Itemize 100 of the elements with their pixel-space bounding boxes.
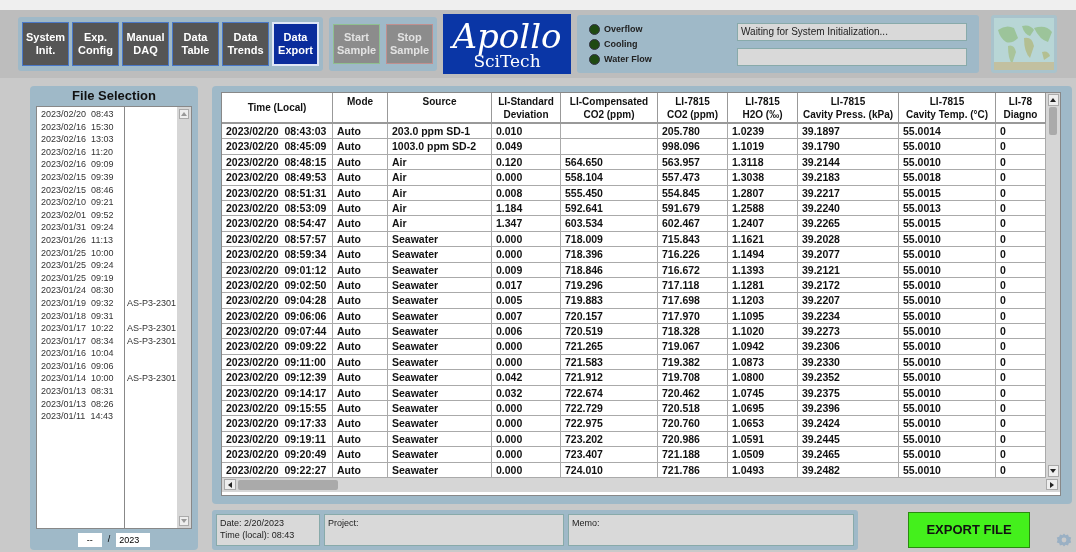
file-date[interactable]: 2023/02/16 11:20: [41, 145, 124, 159]
file-project[interactable]: AS-P3-2301: [127, 296, 177, 310]
table-cell: 39.2330: [798, 354, 899, 371]
table-cell: Auto: [333, 385, 388, 402]
table-cell: 2023/02/20 08:59:34: [222, 247, 333, 263]
table-cell: 2023/02/20 08:57:57: [222, 231, 333, 248]
separator-text: /: [107, 533, 111, 547]
table-cell: 716.672: [658, 262, 728, 278]
file-date[interactable]: 2023/01/26 11:13: [41, 233, 124, 247]
table-cell: 0.000: [492, 431, 561, 448]
table-cell: Air: [388, 154, 492, 171]
file-date[interactable]: 2023/01/24 08:30: [41, 284, 124, 297]
logo-title: Apollo: [452, 18, 562, 53]
project-field[interactable]: Project:: [324, 514, 564, 546]
table-cell: Seawater: [388, 462, 492, 478]
table-cell: Auto: [333, 354, 388, 371]
file-date[interactable]: 2023/01/31 09:24: [41, 221, 124, 234]
file-date[interactable]: 2023/01/25 09:19: [41, 271, 124, 285]
table-cell: Auto: [333, 200, 388, 217]
table-cell: 55.0010: [899, 154, 996, 171]
table-cell: 1.0695: [728, 401, 798, 417]
file-date[interactable]: 2023/01/14 10:00: [41, 372, 124, 386]
file-date[interactable]: 2023/01/13 08:31: [41, 385, 124, 398]
table-cell: 0.005: [492, 293, 561, 309]
table-cell: 603.534: [561, 216, 658, 232]
file-date[interactable]: 2023/01/17 10:22: [41, 322, 124, 335]
file-date[interactable]: 2023/02/15 08:46: [41, 183, 124, 197]
table-cell: 717.698: [658, 293, 728, 309]
table-cell: 720.986: [658, 431, 728, 448]
file-date[interactable]: 2023/01/16 10:04: [41, 347, 124, 360]
column-header: LI-Compensated CO2 (ppm): [569, 95, 649, 121]
table-cell: 1.0653: [728, 416, 798, 432]
table-cell: 39.2077: [798, 247, 899, 263]
table-cell: 2023/02/20 09:04:28: [222, 293, 333, 309]
column-header: Time (Local): [247, 101, 307, 114]
file-date[interactable]: 2023/02/15 09:39: [41, 170, 124, 184]
nav-tab[interactable]: Manual DAQ: [122, 22, 169, 66]
year-field[interactable]: 2023: [116, 533, 151, 547]
table-cell: 39.2183: [798, 170, 899, 186]
table-cell: 0.049: [492, 139, 561, 155]
table-cell: Auto: [333, 262, 388, 278]
table-cell: 55.0013: [899, 200, 996, 217]
nav-tab[interactable]: Data Trends: [222, 22, 269, 66]
table-cell: 719.382: [658, 354, 728, 371]
nav-tab[interactable]: Data Export: [272, 22, 319, 66]
file-project[interactable]: AS-P3-2301: [127, 322, 177, 335]
file-project[interactable]: AS-P3-2301: [127, 334, 177, 348]
table-cell: 2023/02/20 09:14:17: [222, 385, 333, 402]
table-cell: Seawater: [388, 416, 492, 432]
table-cell: 39.2375: [798, 385, 899, 402]
file-date[interactable]: 2023/02/10 09:21: [41, 196, 124, 209]
table-cell: 2023/02/20 08:43:03: [222, 124, 333, 140]
table-cell: 720.760: [658, 416, 728, 432]
table-cell: 720.157: [561, 308, 658, 325]
table-cell: 2023/02/20 09:02:50: [222, 277, 333, 294]
table-cell: 39.2172: [798, 277, 899, 294]
export-file-button[interactable]: EXPORT FILE: [908, 512, 1030, 548]
table-cell: Auto: [333, 339, 388, 355]
table-cell: 55.0015: [899, 185, 996, 201]
table-cell: Seawater: [388, 247, 492, 263]
nav-tab[interactable]: Exp. Config: [72, 22, 119, 66]
table-cell: 1.1621: [728, 231, 798, 248]
file-date[interactable]: 2023/01/18 09:31: [41, 309, 124, 323]
status-field: Waiting for System Initialization...: [737, 22, 967, 41]
table-cell: 0.007: [492, 308, 561, 325]
table-cell: Seawater: [388, 385, 492, 402]
file-date[interactable]: 2023/01/19 09:32: [41, 296, 124, 310]
file-date[interactable]: 2023/01/16 09:06: [41, 359, 124, 373]
table-cell: 205.780: [658, 124, 728, 140]
table-cell: 2023/02/20 08:49:53: [222, 170, 333, 186]
nav-tab[interactable]: Data Table: [172, 22, 219, 66]
memo-field[interactable]: Memo:: [568, 514, 854, 546]
file-date[interactable]: 2023/01/17 08:34: [41, 334, 124, 348]
table-cell: Seawater: [388, 308, 492, 325]
table-cell: 1.3118: [728, 154, 798, 171]
table-cell: 557.473: [658, 170, 728, 186]
file-project[interactable]: AS-P3-2301: [127, 372, 177, 386]
file-date[interactable]: 2023/02/01 09:52: [41, 208, 124, 222]
month-field[interactable]: --: [77, 533, 102, 547]
file-date[interactable]: 2023/02/16 15:30: [41, 120, 124, 134]
file-date[interactable]: 2023/01/13 08:26: [41, 397, 124, 411]
table-cell: 2023/02/20 08:53:09: [222, 200, 333, 217]
table-cell: 564.650: [561, 154, 658, 171]
file-date[interactable]: 2023/02/20 08:43: [41, 108, 124, 121]
table-cell: 55.0010: [899, 231, 996, 248]
table-cell: 719.883: [561, 293, 658, 309]
table-cell: Seawater: [388, 231, 492, 248]
table-cell: Auto: [333, 154, 388, 171]
table-cell: 0.000: [492, 231, 561, 248]
nav-tab[interactable]: System Init.: [22, 22, 69, 66]
file-date[interactable]: 2023/01/25 10:00: [41, 246, 124, 260]
file-date[interactable]: 2023/02/16 09:09: [41, 158, 124, 171]
table-cell: 203.0 ppm SD-1: [388, 124, 492, 140]
file-date[interactable]: 2023/01/25 09:24: [41, 259, 124, 272]
table-cell: 39.1897: [798, 124, 899, 140]
table-cell: 39.2352: [798, 370, 899, 386]
table-cell: 719.296: [561, 277, 658, 294]
file-date[interactable]: 2023/01/11 14:43: [41, 410, 124, 423]
table-cell: 2023/02/20 09:09:22: [222, 339, 333, 355]
file-date[interactable]: 2023/02/16 13:03: [41, 133, 124, 146]
